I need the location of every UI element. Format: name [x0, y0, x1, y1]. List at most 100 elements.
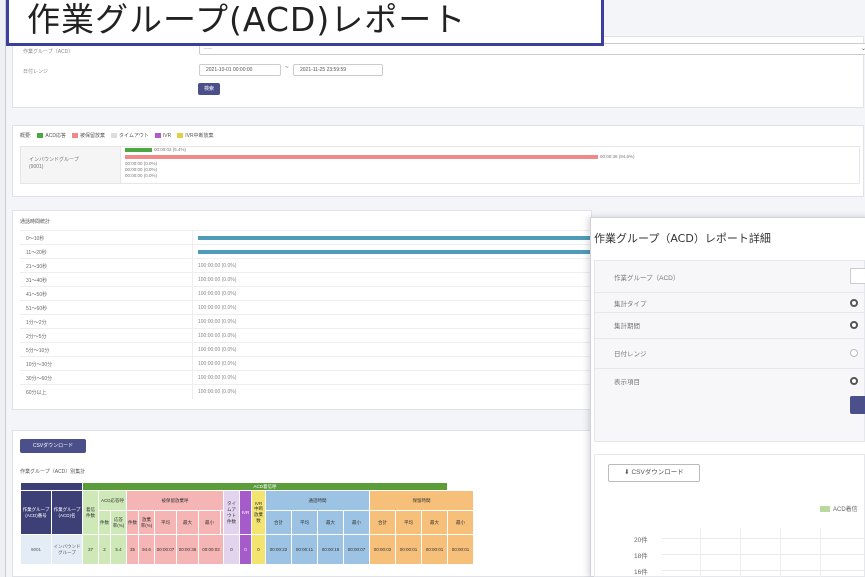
legend-swatch	[71, 133, 78, 139]
date-filter-label: 日付レンジ	[23, 68, 49, 75]
legend-item: ACD応答	[37, 132, 66, 139]
th-incoming: 着信件数	[82, 490, 99, 535]
talk-time-row: 5分～10分 100:00:00 (0.0%)	[20, 342, 592, 357]
row-divider	[192, 315, 193, 329]
legend-item: タイムアウト	[110, 132, 149, 139]
detail-label-date: 日付レンジ	[614, 351, 647, 358]
detail-group-select[interactable]	[850, 268, 865, 284]
legend-swatch	[177, 133, 184, 139]
table-cell: 00:00:01	[447, 534, 474, 565]
talk-time-row: 11～20秒	[20, 244, 592, 259]
table-cell: 00:00:36	[176, 534, 199, 565]
detail-display-radio[interactable]	[850, 377, 858, 385]
aggregate-table: ACD着信呼 作業グループ(ACD)番号 作業グループ(ACD)名 着信件数 A…	[20, 482, 474, 565]
row-divider	[192, 259, 193, 273]
detail-date-radio[interactable]	[850, 349, 858, 357]
row-divider	[192, 273, 193, 287]
th-talk-total: 合計	[265, 510, 292, 535]
legend-label: IVR中断放棄	[185, 133, 214, 139]
talk-time-row: 21～30秒 100:00:00 (0.0%)	[20, 258, 592, 273]
talk-time-value: 100:00:00 (0.0%)	[198, 389, 237, 395]
legend-label: ACD応答	[45, 133, 66, 139]
table-row: 9001 インバウンドグループ 37 2 5.4 35 94.6 00:00:07 00:00:…	[20, 534, 474, 565]
detail-ytick: 20件	[634, 537, 648, 544]
summary-legend: 概要: ACD応答 被保留放棄 タイムアウト IVR IVR中断放棄	[20, 132, 214, 140]
row-divider	[192, 301, 193, 315]
table-cell: 00:00:01	[395, 534, 422, 565]
talk-time-row: 2分～5分 100:00:00 (0.0%)	[20, 328, 592, 343]
talk-time-row: 41～50秒 100:00:00 (0.0%)	[20, 286, 592, 301]
detail-ytick: 18件	[634, 553, 648, 560]
table-cell: 00:00:02	[369, 534, 396, 565]
th-talk-max: 最大	[317, 510, 344, 535]
summary-bar-timeout-label: 00:00:00 (0.0%)	[125, 161, 158, 166]
talk-time-value: 100:00:00 (0.0%)	[198, 291, 237, 297]
talk-time-title: 通話時間統計	[20, 219, 51, 225]
legend-item: IVR	[154, 133, 171, 139]
table-cell: 37	[82, 534, 99, 565]
table-cell: インバウンドグループ	[51, 534, 83, 565]
talk-time-row: 31～40秒 100:00:00 (0.0%)	[20, 272, 592, 287]
date-to-input[interactable]: 2021-11-25 23:59:59	[293, 64, 383, 76]
row-divider	[192, 343, 193, 357]
th-answered-rate: 応答率(%)	[110, 510, 127, 535]
talk-time-range: 21～30秒	[26, 264, 48, 270]
detail-period-radio[interactable]	[850, 321, 858, 329]
legend-swatch	[37, 133, 44, 139]
detail-search-button[interactable]	[850, 396, 865, 414]
table-cell: 94.6	[138, 534, 155, 565]
legend-label: 概要:	[20, 133, 32, 139]
detail-label-period: 集計期間	[614, 323, 640, 330]
legend-item: IVR中断放棄	[177, 132, 214, 139]
date-filter-row: 日付レンジ	[23, 63, 193, 79]
table-cell: 00:00:07	[154, 534, 177, 565]
th-timeout: タイムアウト件数	[223, 490, 240, 535]
detail-ytick: 16件	[634, 569, 648, 576]
detail-divider	[594, 368, 865, 369]
detail-divider	[594, 312, 865, 313]
talk-time-range: 1分～2分	[26, 320, 47, 326]
detail-type-radio[interactable]	[850, 299, 858, 307]
talk-time-row: 10分～30分 100:00:00 (0.0%)	[20, 356, 592, 371]
talk-time-range: 30分～60分	[26, 376, 53, 382]
date-from-input[interactable]: 2021-10-01 00:00:00	[199, 64, 281, 76]
table-cell: 5.4	[110, 534, 127, 565]
talk-time-value: 100:00:00 (0.0%)	[198, 319, 237, 325]
table-cell: 0	[223, 534, 240, 565]
talk-time-row: 0～10秒	[20, 230, 592, 245]
talk-time-value: 100:00:00 (0.0%)	[198, 277, 237, 283]
legend-item: 概要:	[20, 132, 31, 139]
group-select-value: -----	[204, 46, 213, 52]
talk-time-row: 51～60秒 100:00:00 (0.0%)	[20, 300, 592, 315]
detail-csv-label: CSVダウンロード	[631, 469, 684, 476]
summary-bar-abandoned	[125, 155, 598, 159]
csv-download-button[interactable]: CSVダウンロード	[20, 439, 86, 453]
th-ivr-abandon: IVR中断放棄数	[251, 490, 266, 535]
th-answered-count: 件数	[98, 510, 111, 535]
table-cell: 9001	[20, 534, 52, 565]
talk-time-range: 5分～10分	[26, 348, 50, 354]
th-hold-min: 最小	[447, 510, 474, 535]
table-corner	[20, 482, 83, 491]
talk-time-bar	[198, 236, 590, 240]
row-divider	[192, 329, 193, 343]
th-hold-avg: 平均	[395, 510, 422, 535]
search-button[interactable]: 検索	[198, 83, 220, 95]
row-divider	[192, 231, 193, 245]
detail-vgridline	[820, 528, 821, 577]
th-talk-avg: 平均	[291, 510, 318, 535]
talk-time-row: 60分以上 100:00:00 (0.0%)	[20, 384, 592, 399]
report-title-banner: 作業グループ(ACD)レポート	[6, 0, 604, 46]
row-divider	[192, 287, 193, 301]
talk-time-range: 0～10秒	[26, 236, 45, 242]
talk-time-range: 31～40秒	[26, 278, 48, 284]
detail-vgridline	[780, 528, 781, 577]
summary-bar-ivr-abandon-label: 00:00:00 (0.0%)	[125, 173, 158, 178]
detail-csv-button[interactable]: ⬇ CSVダウンロード	[608, 464, 700, 482]
table-cell: 00:00:19	[317, 534, 344, 565]
detail-divider	[594, 292, 865, 293]
summary-group-name: インバウンドグループ	[29, 157, 79, 163]
detail-label-group: 作業グループ（ACD）	[614, 275, 680, 282]
th-abandoned-rate: 放棄率(%)	[138, 510, 155, 535]
legend-label: 被保留放棄	[79, 133, 105, 139]
